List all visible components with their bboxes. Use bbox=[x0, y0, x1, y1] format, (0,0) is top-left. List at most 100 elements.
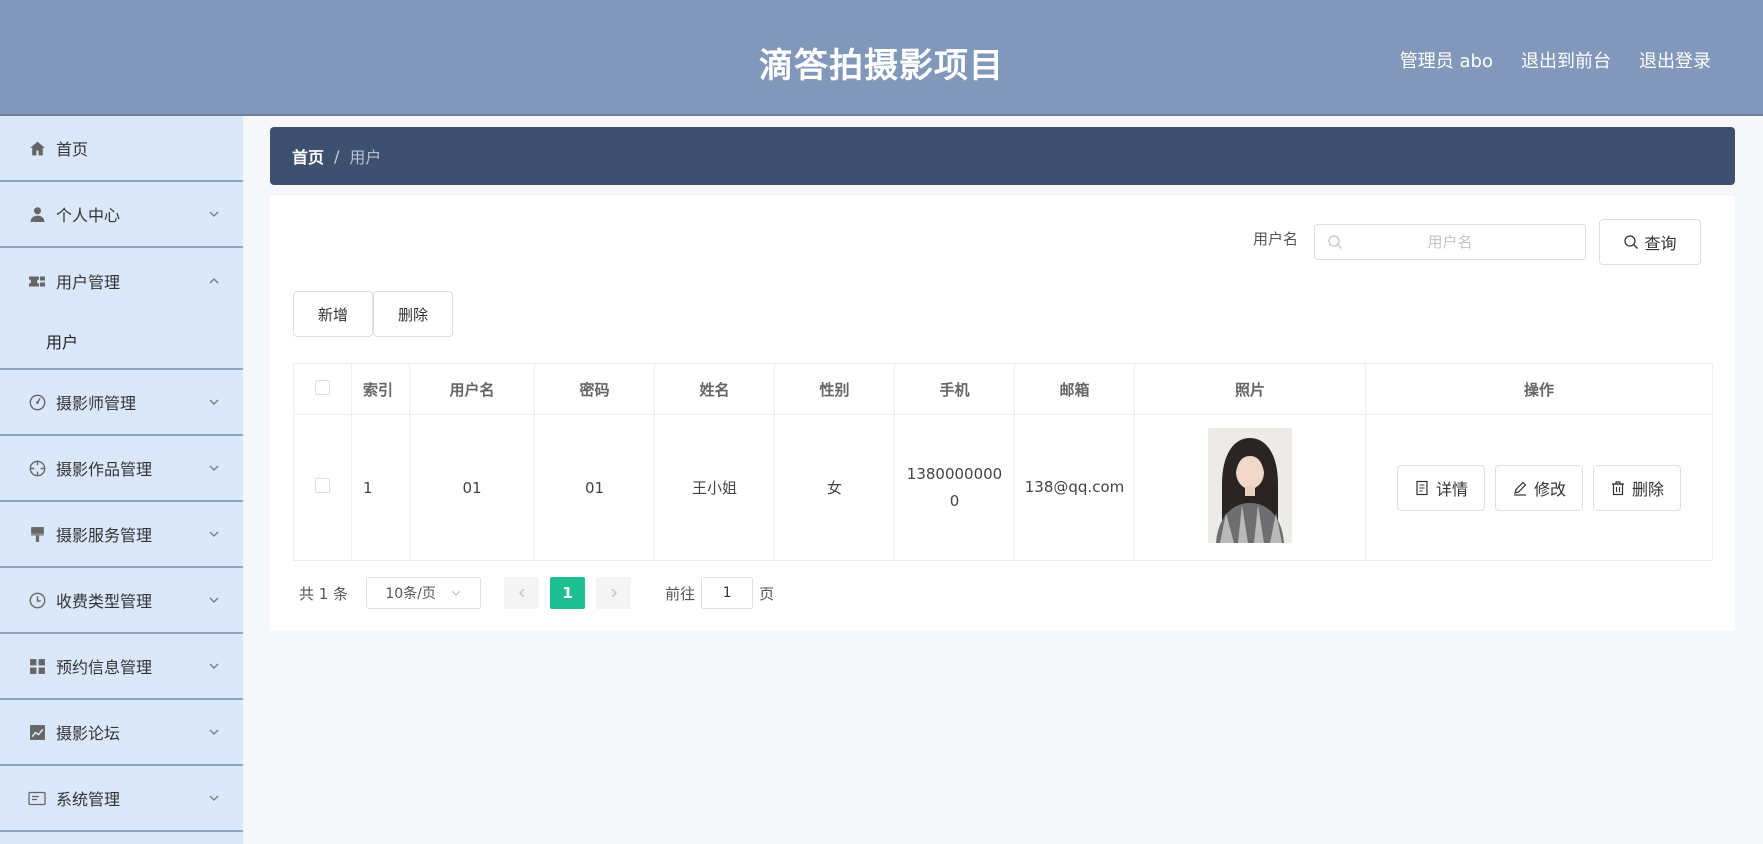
column-header: 索引 bbox=[351, 363, 410, 415]
breadcrumb-current: 用户 bbox=[349, 148, 382, 167]
sidebar-item-label: 摄影作品管理 bbox=[56, 460, 153, 479]
row-select-cell bbox=[293, 414, 352, 561]
sidebar-item-personal-center[interactable]: 个人中心 bbox=[0, 182, 243, 248]
table-row: 1 01 01 王小姐 女 13800000000 138@qq.com 详情 … bbox=[293, 414, 1713, 561]
search-icon bbox=[1328, 235, 1342, 249]
column-header: 照片 bbox=[1134, 363, 1366, 415]
chevron-down-icon bbox=[209, 729, 219, 735]
sidebar-item-fee-type-management[interactable]: 收费类型管理 bbox=[0, 568, 243, 634]
cell-photo bbox=[1134, 414, 1366, 561]
cell-phone: 13800000000 bbox=[894, 414, 1015, 561]
cell-operations: 详情 修改 删除 bbox=[1365, 414, 1713, 561]
sidebar-item-forum[interactable]: 摄影论坛 bbox=[0, 700, 243, 766]
brush-icon bbox=[28, 525, 46, 543]
chevron-left-icon bbox=[518, 588, 525, 598]
search-label: 用户名 bbox=[1253, 230, 1299, 248]
breadcrumb-separator: / bbox=[334, 146, 340, 166]
goto-label: 前往 bbox=[665, 584, 696, 603]
sidebar-item-booking-management[interactable]: 预约信息管理 bbox=[0, 634, 243, 700]
prev-page-button[interactable] bbox=[504, 577, 540, 609]
row-delete-button[interactable]: 删除 bbox=[1593, 464, 1682, 511]
sidebar-subitem-users[interactable]: 用户 bbox=[0, 314, 243, 370]
breadcrumb-home[interactable]: 首页 bbox=[292, 144, 324, 168]
detail-button-label: 详情 bbox=[1435, 479, 1468, 499]
query-button-label: 查询 bbox=[1644, 234, 1677, 253]
ticket-icon bbox=[28, 272, 46, 290]
column-header: 性别 bbox=[774, 363, 895, 415]
search-icon bbox=[1624, 235, 1639, 249]
user-icon bbox=[28, 205, 46, 223]
dashboard-icon bbox=[28, 393, 46, 411]
column-header: 密码 bbox=[534, 363, 655, 415]
cell-gender: 女 bbox=[774, 414, 895, 561]
column-header: 姓名 bbox=[654, 363, 775, 415]
select-all-checkbox[interactable] bbox=[315, 379, 330, 395]
sidebar-item-photographer-management[interactable]: 摄影师管理 bbox=[0, 370, 243, 436]
page-size-value: 10条/页 bbox=[385, 586, 436, 602]
row-checkbox[interactable] bbox=[315, 478, 330, 493]
chevron-right-icon bbox=[611, 588, 617, 598]
back-to-front-link[interactable]: 退出到前台 bbox=[1521, 47, 1611, 73]
delete-button-label: 删除 bbox=[1632, 479, 1665, 499]
sidebar-subitem-label: 用户 bbox=[46, 333, 79, 352]
next-page-button[interactable] bbox=[596, 577, 632, 609]
bulk-delete-button[interactable]: 删除 bbox=[373, 291, 453, 337]
search-field[interactable] bbox=[1314, 224, 1586, 260]
sidebar-item-label: 收费类型管理 bbox=[56, 592, 153, 611]
column-header: 手机 bbox=[894, 363, 1015, 415]
detail-button[interactable]: 详情 bbox=[1396, 464, 1485, 511]
sidebar-item-label: 摄影论坛 bbox=[56, 724, 121, 743]
chevron-down-icon bbox=[209, 597, 219, 603]
cell-username: 01 bbox=[409, 414, 535, 561]
page-number-button[interactable]: 1 bbox=[550, 577, 586, 609]
sidebar-item-service-management[interactable]: 摄影服务管理 bbox=[0, 502, 243, 568]
table-header-row: 索引 用户名 密码 姓名 性别 手机 邮箱 照片 操作 bbox=[293, 363, 1713, 415]
sidebar-item-user-management[interactable]: 用户管理 bbox=[0, 248, 243, 314]
current-user-label[interactable]: 管理员 abo bbox=[1400, 47, 1493, 73]
aim-icon bbox=[28, 459, 46, 477]
chevron-down-icon bbox=[451, 590, 461, 596]
page-size-select[interactable]: 10条/页 bbox=[366, 577, 482, 609]
sidebar: 首页 个人中心 用户管理 用户 摄影师管理 摄影作品管理 摄影服务管理 收费类型… bbox=[0, 116, 243, 844]
users-table: 索引 用户名 密码 姓名 性别 手机 邮箱 照片 操作 1 01 01 王小姐 … bbox=[293, 363, 1713, 561]
sidebar-item-label: 个人中心 bbox=[56, 206, 121, 225]
chevron-down-icon bbox=[209, 465, 219, 471]
breadcrumb: 首页 / 用户 bbox=[270, 127, 1735, 185]
chart-icon bbox=[28, 723, 46, 741]
sidebar-item-label: 摄影服务管理 bbox=[56, 526, 153, 545]
cell-name: 王小姐 bbox=[654, 414, 775, 561]
sidebar-item-label: 预约信息管理 bbox=[56, 658, 153, 677]
home-icon bbox=[28, 139, 46, 157]
sidebar-item-label: 系统管理 bbox=[56, 790, 121, 809]
chevron-down-icon bbox=[209, 663, 219, 669]
clock-icon bbox=[28, 591, 46, 609]
query-button[interactable]: 查询 bbox=[1599, 219, 1701, 265]
document-icon bbox=[1416, 480, 1428, 495]
chevron-up-icon bbox=[209, 278, 219, 284]
page-unit-label: 页 bbox=[759, 584, 775, 603]
select-all-cell bbox=[293, 363, 352, 415]
sidebar-item-home[interactable]: 首页 bbox=[0, 116, 243, 182]
sidebar-item-label: 摄影师管理 bbox=[56, 394, 137, 413]
column-header: 用户名 bbox=[409, 363, 535, 415]
message-icon bbox=[28, 789, 46, 807]
grid-icon bbox=[28, 657, 46, 675]
search-input[interactable] bbox=[1315, 225, 1585, 259]
sidebar-item-label: 用户管理 bbox=[56, 273, 121, 292]
cell-email: 138@qq.com bbox=[1014, 414, 1135, 561]
chevron-down-icon bbox=[209, 399, 219, 405]
add-button[interactable]: 新增 bbox=[293, 291, 373, 337]
edit-button[interactable]: 修改 bbox=[1494, 464, 1583, 511]
trash-icon bbox=[1612, 480, 1624, 495]
sidebar-item-works-management[interactable]: 摄影作品管理 bbox=[0, 436, 243, 502]
logout-link[interactable]: 退出登录 bbox=[1639, 47, 1711, 73]
pagination: 共 1 条 10条/页 1 前往 页 bbox=[299, 577, 774, 609]
chevron-down-icon bbox=[209, 795, 219, 801]
edit-button-label: 修改 bbox=[1533, 479, 1566, 499]
sidebar-item-system-management[interactable]: 系统管理 bbox=[0, 766, 243, 832]
goto-page-input[interactable] bbox=[701, 577, 754, 609]
header-links: 管理员 abo 退出到前台 退出登录 bbox=[1400, 47, 1711, 73]
edit-icon bbox=[1513, 481, 1527, 496]
user-photo bbox=[1208, 428, 1292, 543]
sidebar-item-label: 首页 bbox=[56, 140, 89, 159]
